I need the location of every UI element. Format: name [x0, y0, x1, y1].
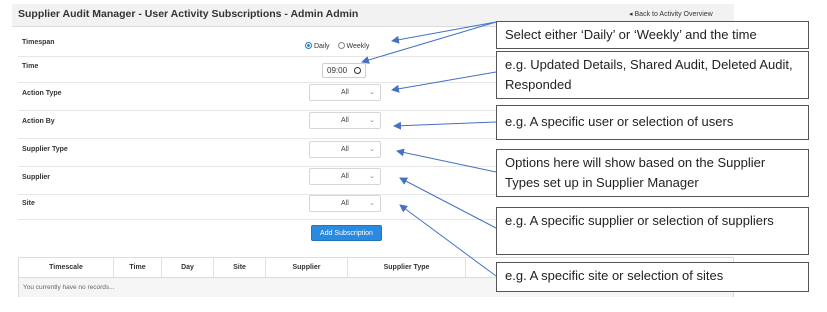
callout-supplier-type: Options here will show based on the Supp…	[496, 149, 809, 197]
arrow-to-time	[361, 21, 497, 64]
callout-timespan: Select either ‘Daily’ or ‘Weekly’ and th…	[496, 21, 809, 49]
arrow-to-site	[399, 204, 497, 277]
callout-action-by: e.g. A specific user or selection of use…	[496, 105, 809, 140]
callout-site: e.g. A specific site or selection of sit…	[496, 262, 809, 292]
callout-supplier: e.g. A specific supplier or selection of…	[496, 207, 809, 255]
arrow-to-timespan	[391, 21, 497, 44]
arrow-to-supplier	[399, 177, 497, 229]
arrow-to-action-type	[391, 71, 497, 93]
callout-action-type: e.g. Updated Details, Shared Audit, Dele…	[496, 51, 809, 99]
arrow-to-supplier-type	[396, 148, 497, 173]
arrow-to-action-by	[393, 121, 497, 130]
